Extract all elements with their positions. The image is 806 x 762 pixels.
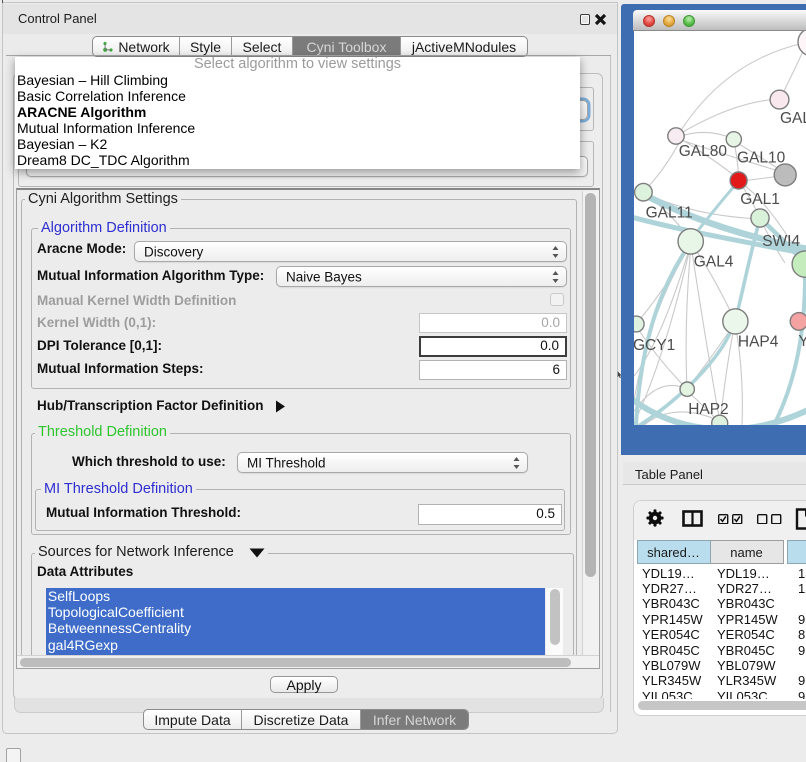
svg-text:Y: Y xyxy=(798,333,806,350)
svg-text:GAL80: GAL80 xyxy=(679,143,728,160)
svg-text:GCY1: GCY1 xyxy=(634,337,675,354)
svg-text:GAL: GAL xyxy=(780,110,806,127)
svg-text:GAL1: GAL1 xyxy=(740,191,780,208)
svg-text:SWI4: SWI4 xyxy=(762,233,800,250)
svg-text:HAP4: HAP4 xyxy=(738,334,779,351)
svg-text:GAL11: GAL11 xyxy=(646,204,693,221)
svg-text:GAL4: GAL4 xyxy=(694,254,734,271)
svg-text:HAP2: HAP2 xyxy=(688,401,729,418)
svg-text:GAL10: GAL10 xyxy=(737,149,786,166)
